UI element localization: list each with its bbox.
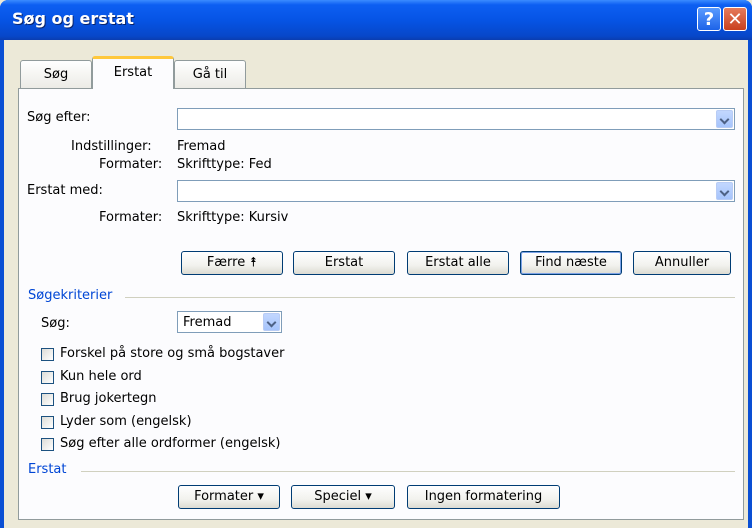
search-direction-dropdown-button[interactable] <box>263 313 280 331</box>
format-button[interactable]: Formater ▾ <box>178 485 280 509</box>
find-next-button[interactable]: Find næste <box>520 251 622 275</box>
options-label: Indstillinger: <box>71 139 152 154</box>
all-word-forms-label: Søg efter alle ordformer (engelsk) <box>60 436 281 451</box>
tab-replace-label: Erstat <box>113 65 153 80</box>
sounds-like-label: Lyder som (engelsk) <box>60 414 192 429</box>
dialog-body: Søg Erstat Gå til Søg efter: Indstilling… <box>4 40 748 528</box>
search-direction-select[interactable]: Fremad <box>177 311 282 333</box>
replace-button[interactable]: Erstat <box>293 251 395 275</box>
help-button[interactable]: ? <box>697 7 721 31</box>
criteria-divider <box>125 297 735 298</box>
window-title: Søg og erstat <box>12 9 134 28</box>
tab-search-label: Søg <box>43 67 69 82</box>
replace-format-label: Formater: <box>99 210 163 225</box>
search-direction-value: Fremad <box>183 315 232 330</box>
options-value: Fremad <box>177 139 226 154</box>
replace-all-button[interactable]: Erstat alle <box>407 251 509 275</box>
wildcards-label: Brug jokertegn <box>60 391 157 406</box>
find-dropdown-button[interactable] <box>716 110 733 128</box>
search-direction-label: Søg: <box>41 316 70 331</box>
replace-format-value: Skrifttype: Kursiv <box>177 210 289 225</box>
sounds-like-checkbox[interactable] <box>41 416 54 429</box>
replace-combobox[interactable] <box>177 180 735 202</box>
no-formatting-button[interactable]: Ingen formatering <box>407 485 560 509</box>
match-case-checkbox[interactable] <box>41 348 54 361</box>
whole-words-label: Kun hele ord <box>60 369 142 384</box>
find-format-label: Formater: <box>99 157 163 172</box>
wildcards-checkbox[interactable] <box>41 393 54 406</box>
tab-panel: Søg efter: Indstillinger: Fremad Formate… <box>18 88 744 520</box>
find-label: Søg efter: <box>27 110 91 125</box>
replace-dropdown-button[interactable] <box>716 182 733 200</box>
find-combobox[interactable] <box>177 108 735 130</box>
find-format-value: Skrifttype: Fed <box>177 157 272 172</box>
all-word-forms-checkbox[interactable] <box>41 438 54 451</box>
close-button[interactable]: ✕ <box>723 7 747 31</box>
replace-section-heading: Erstat <box>28 462 67 477</box>
tab-search[interactable]: Søg <box>20 60 92 88</box>
search-criteria-heading: Søgekriterier <box>28 288 113 303</box>
whole-words-checkbox[interactable] <box>41 371 54 384</box>
tab-goto[interactable]: Gå til <box>174 60 246 88</box>
tab-replace[interactable]: Erstat <box>92 56 174 89</box>
special-button[interactable]: Speciel ▾ <box>291 485 395 509</box>
replace-divider <box>81 471 735 472</box>
title-bar[interactable]: Søg og erstat ? ✕ <box>0 0 752 40</box>
dialog-window: Søg og erstat ? ✕ Søg Erstat Gå til Søg … <box>0 0 752 528</box>
less-button[interactable]: Færre ⯭ <box>181 251 283 275</box>
cancel-button[interactable]: Annuller <box>633 251 731 275</box>
match-case-label: Forskel på store og små bogstaver <box>60 346 285 361</box>
replace-label: Erstat med: <box>27 183 103 198</box>
tab-goto-label: Gå til <box>192 67 228 82</box>
